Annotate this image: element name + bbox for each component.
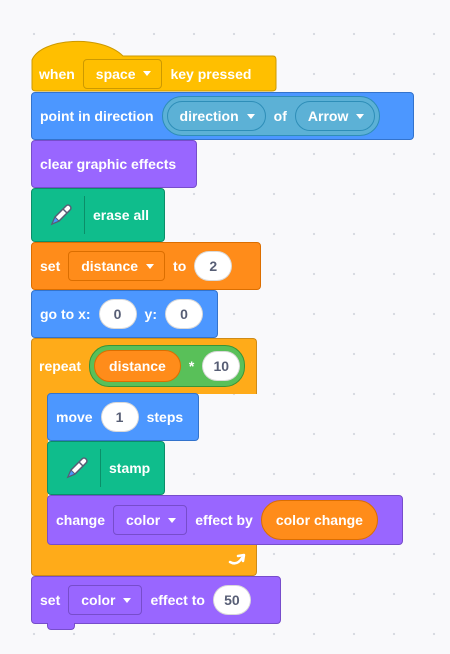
stamp-label: stamp	[109, 460, 151, 476]
change-effect-block[interactable]: change color effect by color change	[47, 495, 403, 545]
set-effect-block[interactable]: set color effect to 50	[31, 576, 281, 624]
set-effect-dropdown[interactable]: color	[68, 585, 143, 615]
of-sensing-reporter[interactable]: direction of Arrow	[161, 96, 381, 136]
key-pressed-label: key pressed	[170, 65, 252, 82]
clear-graphic-effects-block[interactable]: clear graphic effects	[31, 140, 197, 188]
multiply-sign: *	[188, 358, 195, 374]
move-label: move	[56, 409, 93, 425]
pen-icon	[52, 449, 101, 487]
steps-label: steps	[146, 409, 184, 425]
point-in-direction-block[interactable]: point in direction direction of Arrow	[31, 92, 414, 140]
change-label: change	[56, 512, 106, 528]
color-change-variable-reporter[interactable]: color change	[260, 500, 378, 540]
when-label: when	[39, 65, 75, 82]
chevron-down-icon	[123, 597, 132, 603]
key-dropdown-value: space	[95, 65, 136, 82]
target-dropdown-value: Arrow	[307, 108, 349, 124]
set-effect-bottom-tab	[47, 623, 75, 630]
set-label: set	[40, 258, 61, 274]
point-in-direction-label: point in direction	[40, 108, 154, 124]
chevron-down-icon	[356, 113, 365, 119]
chevron-down-icon	[146, 263, 155, 269]
to-label: to	[173, 258, 187, 274]
effect-by-label: effect by	[195, 512, 253, 528]
chevron-down-icon	[246, 113, 255, 119]
y-label: y:	[144, 306, 157, 322]
set-effect-label: set	[40, 592, 61, 608]
set-value-input[interactable]: 2	[194, 251, 233, 281]
variable-dropdown[interactable]: distance	[68, 251, 166, 281]
effect-to-label: effect to	[150, 592, 205, 608]
clear-graphic-effects-label: clear graphic effects	[40, 156, 177, 172]
property-dropdown[interactable]: direction	[166, 101, 266, 131]
x-input[interactable]: 0	[98, 299, 137, 329]
stamp-block[interactable]: stamp	[47, 441, 165, 495]
effect-dropdown-value: color	[126, 512, 161, 528]
erase-all-block[interactable]: erase all	[31, 188, 165, 242]
go-to-x-label: go to x:	[40, 306, 91, 322]
go-to-xy-block[interactable]: go to x: 0 y: 0	[31, 290, 218, 338]
move-steps-block[interactable]: move 1 steps	[47, 393, 199, 441]
target-dropdown[interactable]: Arrow	[294, 101, 376, 131]
when-key-pressed-hat[interactable]: when space key pressed	[31, 30, 277, 92]
loop-arrow-icon	[227, 550, 247, 573]
key-dropdown[interactable]: space	[82, 58, 163, 89]
y-input[interactable]: 0	[165, 299, 203, 329]
steps-input[interactable]: 1	[100, 402, 139, 432]
pen-icon	[36, 196, 85, 234]
chevron-down-icon	[143, 71, 152, 76]
property-dropdown-value: direction	[179, 108, 239, 124]
set-effect-dropdown-value: color	[81, 592, 116, 608]
variable-dropdown-value: distance	[81, 258, 139, 274]
set-variable-block[interactable]: set distance to 2	[31, 242, 261, 290]
of-label: of	[273, 108, 287, 124]
chevron-down-icon	[168, 517, 177, 523]
multiplier-input[interactable]: 10	[202, 351, 241, 381]
multiply-operator[interactable]: distance * 10	[89, 345, 246, 387]
effect-dropdown[interactable]: color	[113, 505, 188, 535]
repeat-label: repeat	[39, 358, 82, 374]
erase-all-label: erase all	[93, 207, 150, 223]
set-effect-value-input[interactable]: 50	[212, 585, 251, 615]
distance-variable-reporter[interactable]: distance	[94, 350, 181, 382]
